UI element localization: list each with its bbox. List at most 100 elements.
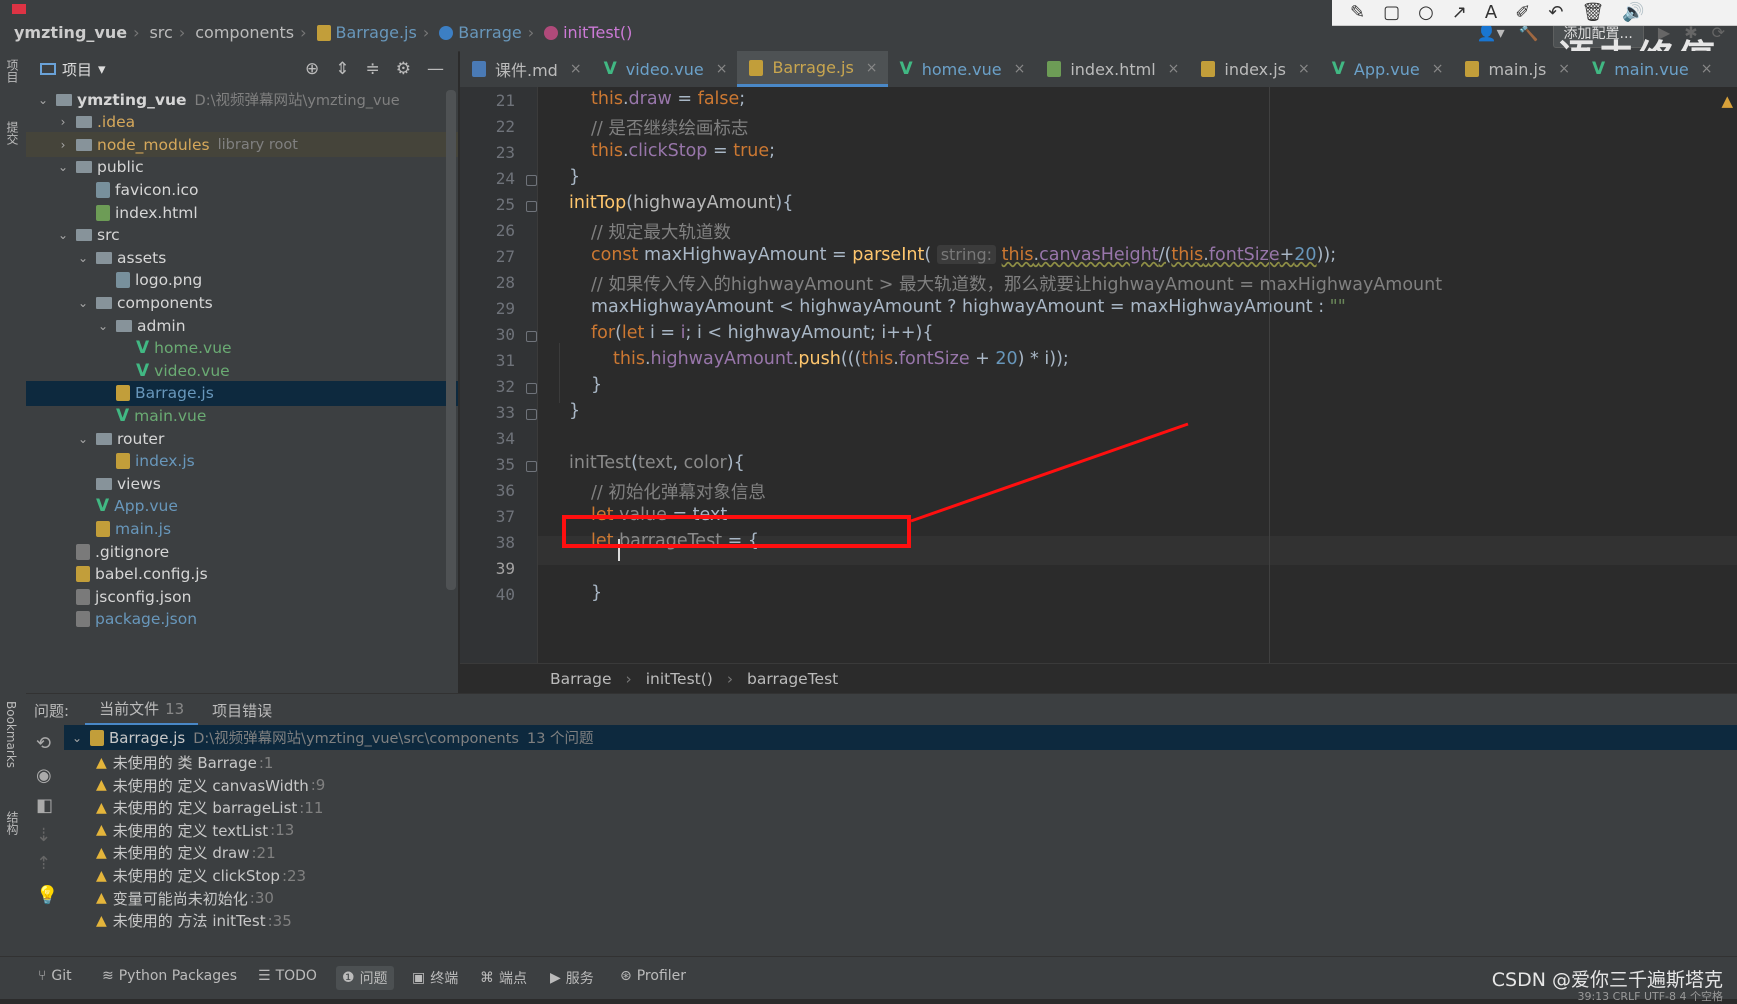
editor-tab[interactable]: Barrage.js × xyxy=(737,51,888,87)
audio-icon[interactable]: 🔊 xyxy=(1622,2,1644,23)
git-tool-button[interactable]: ⑂ Git xyxy=(32,966,78,986)
tree-item[interactable]: Vmain.vue xyxy=(26,403,458,428)
text-icon[interactable]: A xyxy=(1485,2,1497,23)
tree-item[interactable]: ⌄ components xyxy=(26,290,458,315)
locate-icon[interactable]: ⊕ xyxy=(305,59,319,79)
editor-tab[interactable]: Vhome.vue × xyxy=(888,51,1036,87)
fold-marker-icon[interactable] xyxy=(526,383,537,394)
tree-item[interactable]: Barrage.js xyxy=(26,380,458,406)
nav-crumb-src[interactable]: src xyxy=(139,23,178,42)
problem-item[interactable]: ▲ 未使用的 定义 barrageList:11 xyxy=(64,795,1737,820)
close-icon[interactable]: × xyxy=(1558,61,1570,77)
chevron-down-icon[interactable]: ⌄ xyxy=(96,319,110,333)
problem-item[interactable]: ▲ 未使用的 定义 textList:13 xyxy=(64,818,1737,843)
problem-item[interactable]: ▲ 未使用的 定义 canvasWidth:9 xyxy=(64,773,1737,798)
expand-icon[interactable]: ⇣ xyxy=(36,825,51,846)
todo-button[interactable]: ☰ TODO xyxy=(252,966,323,986)
fold-marker-icon[interactable] xyxy=(526,461,537,472)
commit-tool-label[interactable]: 提交 xyxy=(4,121,21,145)
close-icon[interactable]: × xyxy=(1014,61,1026,77)
tree-item[interactable]: .gitignore xyxy=(26,539,458,564)
chevron-down-icon[interactable]: ⌄ xyxy=(76,296,90,310)
terminal-button[interactable]: ▣ 终端 xyxy=(406,966,464,990)
bookmarks-tool-label[interactable]: Bookmarks xyxy=(4,701,18,768)
fold-marker-icon[interactable] xyxy=(526,175,537,186)
delete-icon[interactable]: 🗑 xyxy=(1581,2,1604,23)
chevron-right-icon[interactable]: › xyxy=(56,138,70,152)
tree-item[interactable]: ⌄ assets xyxy=(26,245,458,270)
problem-item[interactable]: ▲ 未使用的 定义 clickStop:23 xyxy=(64,863,1737,888)
tab-current-file[interactable]: 当前文件 13 xyxy=(85,694,199,726)
tree-item[interactable]: › .idea xyxy=(26,110,458,135)
editor-tab[interactable]: V App.vue × xyxy=(1320,51,1454,87)
endpoints-button[interactable]: ⌘ 端点 xyxy=(474,966,533,990)
project-view-selector[interactable]: 项目 ▾ xyxy=(40,59,106,80)
problem-item[interactable]: ▲ 未使用的 定义 draw:21 xyxy=(64,840,1737,865)
close-icon[interactable]: × xyxy=(1432,61,1444,77)
editor-tab[interactable]: index.js × xyxy=(1189,51,1319,87)
python-packages-button[interactable]: ≋ Python Packages xyxy=(96,966,243,986)
problem-item[interactable]: ▲ 变量可能尚未初始化:30 xyxy=(64,886,1737,911)
tree-item[interactable]: Vvideo.vue xyxy=(26,358,458,383)
editor-tab[interactable]: Vmain.vue × xyxy=(1580,51,1722,87)
undo-icon[interactable]: ↶ xyxy=(1548,2,1563,23)
tree-item[interactable]: ⌄ public xyxy=(26,155,458,180)
code-editor[interactable]: this.draw = false; // 是否继续绘画标志 this.clic… xyxy=(537,87,1737,663)
chevron-down-icon[interactable]: ⌄ xyxy=(76,251,90,265)
collapse-icon[interactable]: ⇡ xyxy=(36,853,51,874)
hide-icon[interactable]: — xyxy=(427,59,444,79)
tree-item[interactable]: ⌄ ymzting_vue D:\视频弹幕网站\ymzting_vue xyxy=(26,87,458,112)
tree-item[interactable]: ⌄ admin xyxy=(26,313,458,338)
problems-button[interactable]: ❶ 问题 xyxy=(336,966,394,990)
tree-item[interactable]: jsconfig.json xyxy=(26,584,458,609)
close-icon[interactable]: × xyxy=(1298,61,1310,77)
editor-tab[interactable]: 课件.md × xyxy=(460,51,592,87)
tree-item[interactable]: favicon.ico xyxy=(26,177,458,202)
problem-item[interactable]: ▲ 未使用的 类 Barrage:1 xyxy=(64,750,1737,775)
services-button[interactable]: ▶ 服务 xyxy=(544,966,600,990)
project-tree-scrollbar[interactable] xyxy=(446,90,456,590)
close-icon[interactable]: × xyxy=(1701,61,1713,77)
profiler-button[interactable]: ⊛ Profiler xyxy=(614,966,692,986)
tree-item[interactable]: ⌄ src xyxy=(26,223,458,248)
nav-crumb-components[interactable]: components xyxy=(185,23,300,42)
close-icon[interactable]: × xyxy=(570,61,582,77)
code-crumb-variable[interactable]: barrageTest xyxy=(747,670,838,688)
tab-project-errors[interactable]: 项目错误 xyxy=(198,694,286,726)
marker-icon[interactable]: ✐ xyxy=(1515,2,1530,23)
editor-tab[interactable]: Vvideo.vue × xyxy=(592,51,738,87)
code-crumb-method[interactable]: initTest() xyxy=(646,670,713,688)
chevron-down-icon[interactable]: ⌄ xyxy=(36,93,50,107)
nav-project[interactable]: ymzting_vue xyxy=(0,23,133,42)
editor-tab[interactable]: index.html × xyxy=(1035,51,1189,87)
tree-item[interactable]: index.js xyxy=(26,449,458,474)
cursor-position[interactable]: 39:13 CRLF UTF-8 4 个空格 xyxy=(1577,988,1723,1004)
warning-icon[interactable]: ▲ xyxy=(1721,92,1733,110)
nav-crumb-method[interactable]: initTest() xyxy=(534,23,638,42)
editor-tab[interactable]: main.js × xyxy=(1453,51,1580,87)
tree-item[interactable]: › node_modules library root xyxy=(26,132,458,158)
tree-item[interactable]: logo.png xyxy=(26,268,458,293)
problems-file-row[interactable]: ⌄ Barrage.js D:\视频弹幕网站\ymzting_vue\src\c… xyxy=(64,725,1737,750)
problem-item[interactable]: ▲ 未使用的 方法 initTest:35 xyxy=(64,908,1737,933)
close-icon[interactable]: × xyxy=(716,61,728,77)
fold-marker-icon[interactable] xyxy=(526,331,537,342)
chevron-down-icon[interactable]: ⌄ xyxy=(76,432,90,446)
close-icon[interactable]: × xyxy=(1168,61,1180,77)
tree-item[interactable]: views xyxy=(26,471,458,496)
circle-icon[interactable]: ○ xyxy=(1418,2,1434,23)
preview-icon[interactable]: ◧ xyxy=(36,795,53,816)
fold-marker-icon[interactable] xyxy=(526,409,537,420)
chevron-down-icon[interactable]: ⌄ xyxy=(56,228,70,242)
expand-all-icon[interactable]: ⇕ xyxy=(335,59,349,79)
code-crumb-class[interactable]: Barrage xyxy=(550,670,611,688)
chevron-down-icon[interactable]: ⌄ xyxy=(56,160,70,174)
arrow-icon[interactable]: ↗ xyxy=(1452,2,1467,23)
eye-icon[interactable]: ◉ xyxy=(36,765,52,786)
nav-crumb-class[interactable]: Barrage xyxy=(429,23,527,42)
tree-item[interactable]: V App.vue xyxy=(26,494,458,519)
collapse-all-icon[interactable]: ≑ xyxy=(366,59,380,79)
tree-item[interactable]: package.json xyxy=(26,607,458,632)
rectangle-icon[interactable]: ▢ xyxy=(1383,2,1400,23)
fold-marker-icon[interactable] xyxy=(526,201,537,212)
